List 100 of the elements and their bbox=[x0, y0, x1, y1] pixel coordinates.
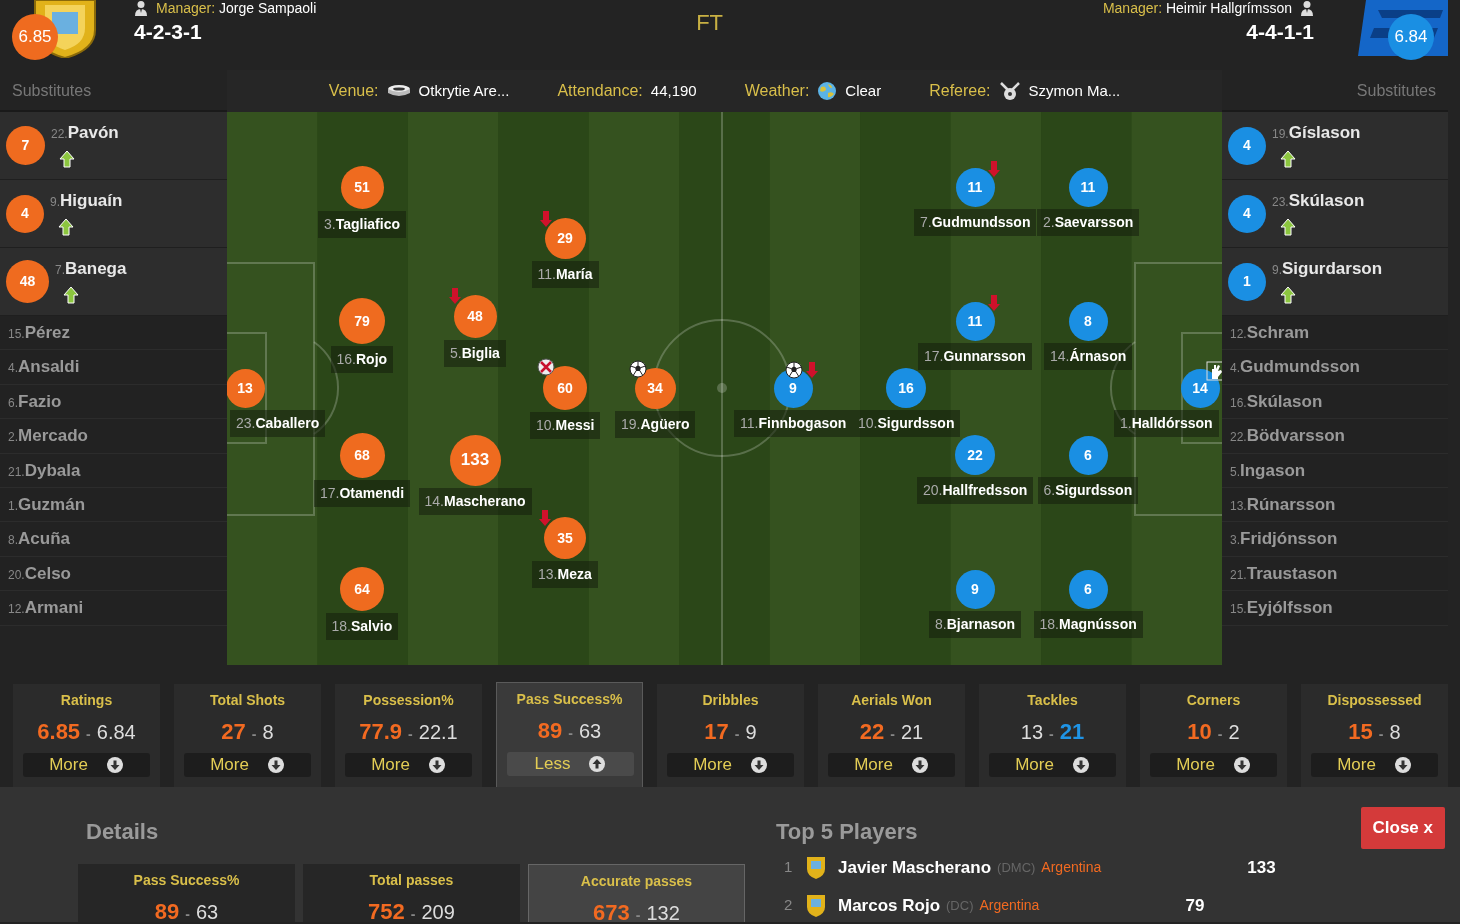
away-value: 21 bbox=[900, 721, 924, 743]
player-label[interactable]: 13.Meza bbox=[532, 561, 598, 588]
player-name[interactable]: Marcos Rojo bbox=[838, 892, 941, 919]
formation: 4-2-3-1 bbox=[134, 20, 203, 44]
toggle-button[interactable]: More bbox=[345, 753, 472, 777]
stat-title: Pass Success% bbox=[515, 690, 624, 709]
away-value: 6.84 bbox=[96, 721, 136, 743]
info-value: Clear bbox=[845, 80, 882, 101]
player-name[interactable]: Javier Mascherano bbox=[838, 854, 992, 881]
stat-title: Tackles bbox=[1026, 691, 1079, 710]
rank-number: 1 bbox=[783, 857, 794, 878]
player-name: 22.Pavón bbox=[51, 122, 119, 144]
down-circle-icon bbox=[1232, 756, 1251, 774]
player-label[interactable]: 16.Rojo bbox=[330, 346, 394, 373]
substitute-row[interactable]: 4 23.Skúlason bbox=[1222, 180, 1448, 248]
substitute-row[interactable]: 7 22.Pavón bbox=[0, 112, 227, 180]
down-circle-icon bbox=[749, 756, 768, 774]
toggle-button[interactable]: More bbox=[184, 753, 311, 777]
toggle-button[interactable]: More bbox=[989, 753, 1116, 777]
detail-title: Total passes bbox=[368, 871, 455, 890]
away-value: 22.1 bbox=[418, 721, 458, 743]
info-value: Szymon Ma... bbox=[1028, 80, 1121, 101]
player-label[interactable]: 17.Otamendi bbox=[314, 479, 411, 507]
globe-icon bbox=[817, 81, 838, 101]
player-label[interactable]: 14.Mascherano bbox=[418, 487, 532, 515]
substitute-row[interactable]: 4 9.Higuaín bbox=[0, 180, 227, 248]
player-label[interactable]: 7.Gudmundsson bbox=[914, 208, 1037, 236]
player-rating: 133 bbox=[1247, 856, 1276, 879]
detail-card[interactable]: Pass Success% 89 - 63 bbox=[78, 864, 295, 922]
toggle-button[interactable]: More bbox=[828, 753, 955, 777]
center-spot bbox=[717, 383, 727, 393]
player-label[interactable]: 2.Saevarsson bbox=[1037, 208, 1140, 236]
team-crest-icon bbox=[806, 855, 826, 880]
away-value: 8 bbox=[262, 721, 274, 743]
away-value: 63 bbox=[195, 901, 219, 922]
info-value: Otkrytie Are... bbox=[418, 80, 510, 101]
player-name: 8.Acuña bbox=[7, 528, 70, 551]
player-label[interactable]: 10.Messi bbox=[530, 412, 601, 439]
value-separator: - bbox=[568, 725, 573, 741]
player-name: 21.Traustason bbox=[1229, 562, 1338, 585]
close-button[interactable]: Close x bbox=[1360, 807, 1445, 849]
substitute-row[interactable]: 4 19.Gíslason bbox=[1222, 112, 1448, 180]
home-value: 13 bbox=[1020, 721, 1044, 743]
player-name: 4.Gudmundsson bbox=[1229, 356, 1360, 379]
detail-title: Pass Success% bbox=[132, 871, 241, 890]
toggle-button[interactable]: More bbox=[1150, 753, 1277, 777]
player-label[interactable]: 18.Salvio bbox=[325, 613, 399, 640]
player-label[interactable]: 10.Sigurdsson bbox=[852, 410, 961, 437]
up-arrow-icon bbox=[59, 149, 75, 168]
info-label: Venue: bbox=[328, 81, 379, 101]
manager-icon bbox=[1300, 0, 1314, 16]
player-label[interactable]: 1.Halldórsson bbox=[1114, 409, 1219, 437]
player-label[interactable]: 11.Finnbogason bbox=[734, 409, 853, 437]
toggle-button[interactable]: Less bbox=[507, 752, 634, 776]
player-name: 4.Ansaldi bbox=[7, 356, 80, 379]
player-name: 12.Armani bbox=[7, 597, 84, 620]
detail-card[interactable]: Accurate passes 673 - 132 bbox=[528, 864, 745, 922]
away-value: 2 bbox=[1228, 721, 1240, 743]
up-arrow-icon bbox=[58, 217, 74, 236]
rank-number: 2 bbox=[783, 895, 794, 916]
info-value: 44,190 bbox=[650, 80, 697, 101]
down-circle-icon bbox=[105, 756, 124, 774]
player-name: 6.Fazio bbox=[7, 390, 62, 413]
player-label[interactable]: 17.Gunnarsson bbox=[918, 342, 1032, 370]
player-label[interactable]: 3.Tagliafico bbox=[318, 210, 406, 238]
substitute-row[interactable]: 1 9.Sigurdarson bbox=[1222, 248, 1448, 316]
up-arrow-icon bbox=[63, 285, 79, 304]
match-status: FT bbox=[696, 9, 724, 37]
detail-card[interactable]: Total passes 752 - 209 bbox=[303, 864, 520, 922]
player-name: 2.Mercado bbox=[7, 425, 88, 448]
info-label: Weather: bbox=[744, 81, 810, 101]
home-value: 17 bbox=[704, 719, 729, 744]
player-label[interactable]: 19.Agüero bbox=[615, 410, 696, 438]
player-label[interactable]: 11.María bbox=[531, 260, 599, 288]
stat-title: Total Shots bbox=[208, 691, 287, 710]
value-separator: - bbox=[1049, 726, 1054, 742]
player-label[interactable]: 23.Caballero bbox=[230, 409, 326, 437]
away-value: 21 bbox=[1059, 719, 1085, 744]
away-value: 63 bbox=[578, 720, 602, 742]
player-label[interactable]: 6.Sigurdsson bbox=[1037, 476, 1139, 504]
value-separator: - bbox=[1217, 726, 1223, 742]
substitute-row[interactable]: 48 7.Banega bbox=[0, 248, 227, 316]
player-label[interactable]: 8.Bjarnason bbox=[929, 610, 1022, 638]
stadium-icon bbox=[386, 84, 411, 98]
player-name: 12.Schram bbox=[1229, 321, 1310, 344]
toggle-button[interactable]: More bbox=[1311, 753, 1438, 777]
player-name: 1.Guzmán bbox=[7, 493, 86, 516]
player-rating: 79 bbox=[1185, 894, 1205, 917]
away-value: 8 bbox=[1389, 721, 1401, 743]
player-label[interactable]: 20.Hallfredsson bbox=[917, 477, 1034, 504]
player-label[interactable]: 5.Biglia bbox=[444, 339, 506, 367]
home-value: 89 bbox=[154, 899, 180, 922]
toggle-button[interactable]: More bbox=[667, 753, 794, 777]
player-name: 9.Higuaín bbox=[50, 190, 123, 212]
player-name: 22.Bödvarsson bbox=[1229, 425, 1345, 448]
player-label[interactable]: 18.Magnússon bbox=[1033, 610, 1143, 638]
home-value: 15 bbox=[1348, 719, 1373, 744]
player-label[interactable]: 14.Árnason bbox=[1044, 342, 1133, 370]
home-value: 673 bbox=[593, 900, 630, 922]
toggle-button[interactable]: More bbox=[23, 753, 150, 777]
